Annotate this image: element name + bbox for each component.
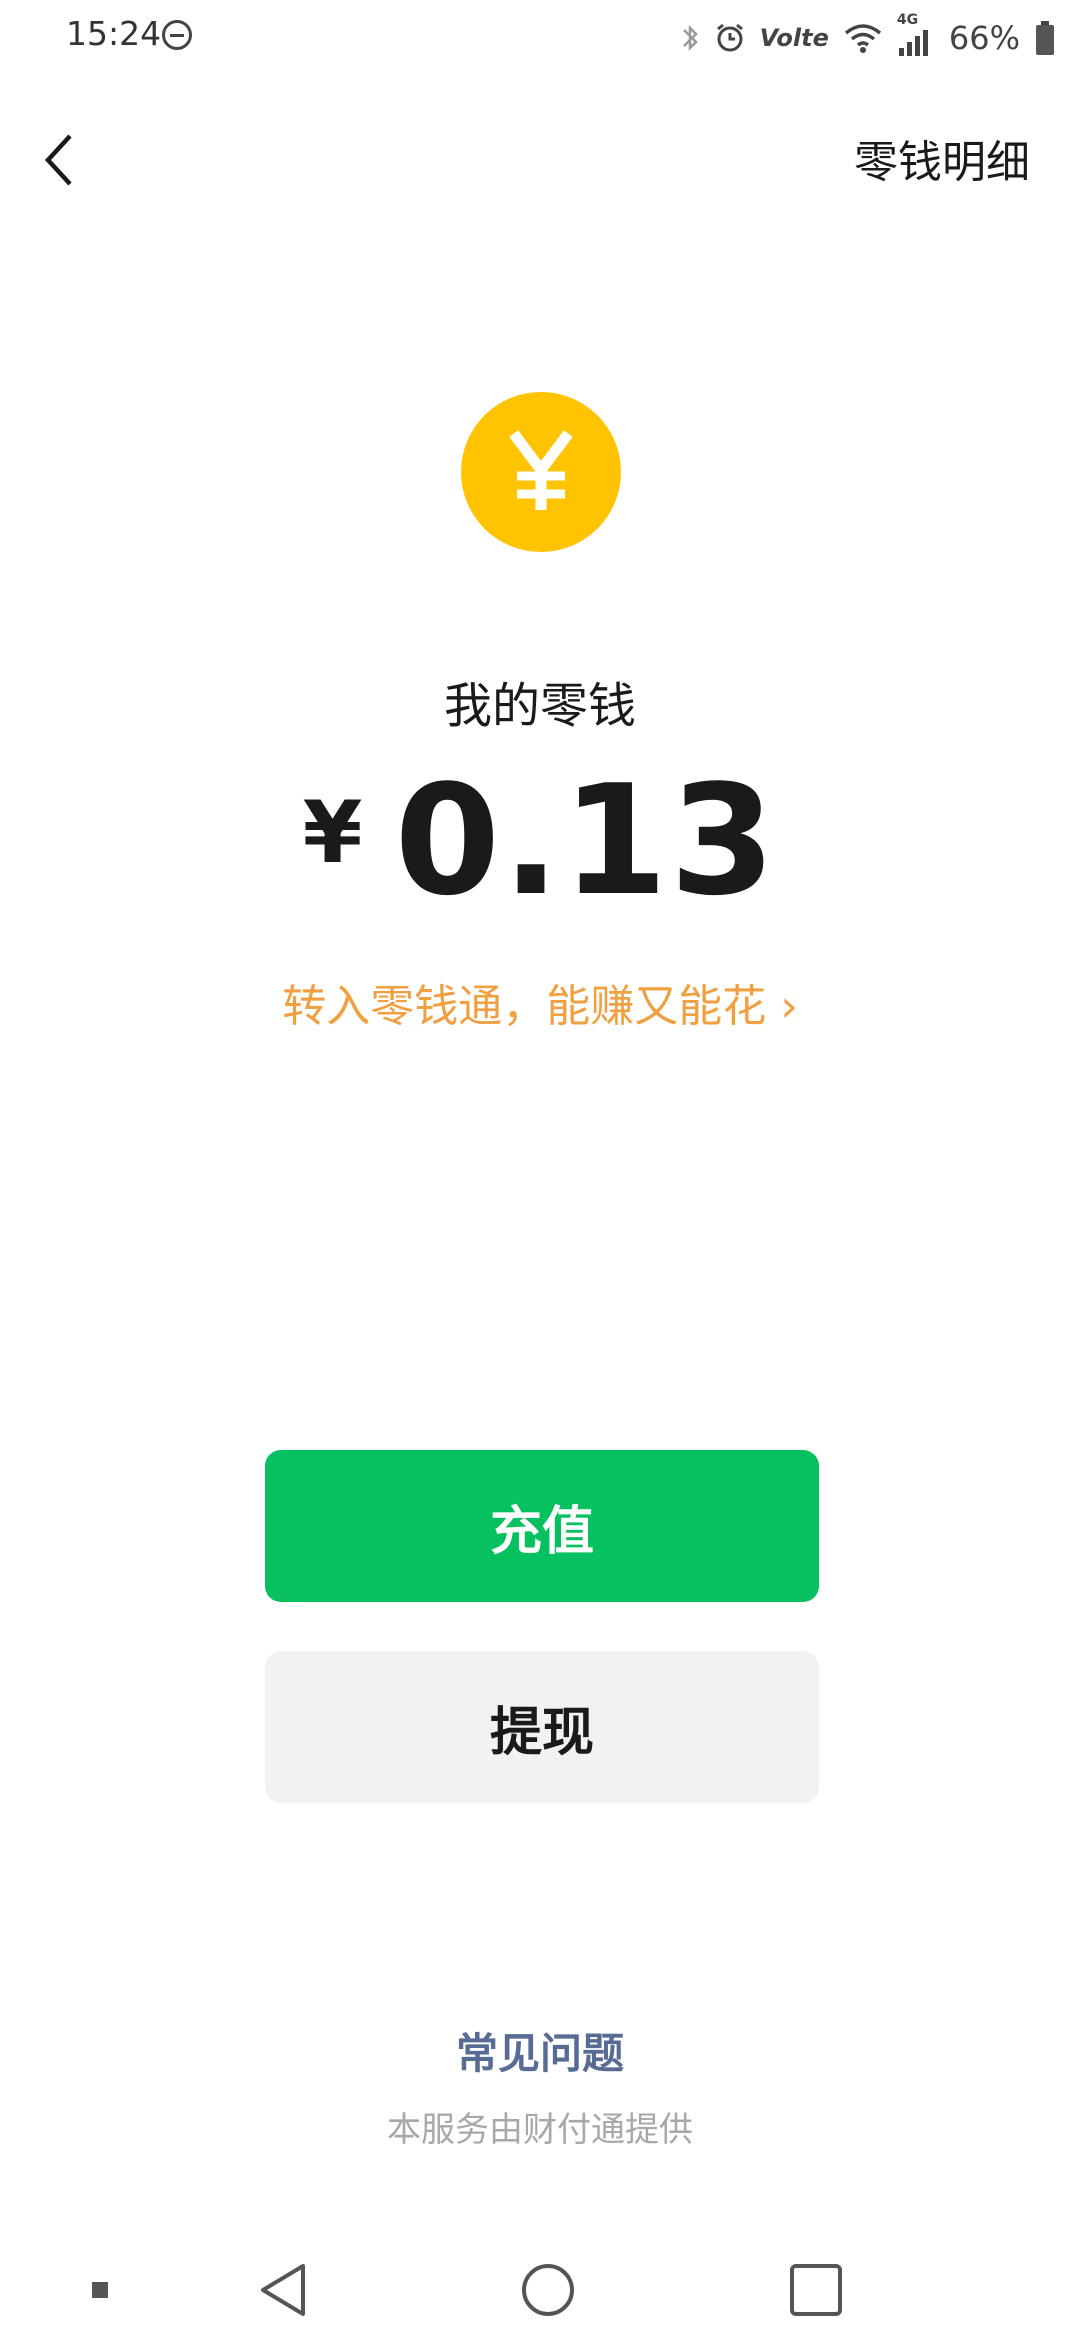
do-not-disturb-icon — [162, 20, 192, 50]
system-navigation-bar — [0, 2220, 1080, 2340]
balance-value: 0.13 — [394, 752, 778, 929]
battery-level: 66% — [948, 19, 1020, 57]
currency-symbol: ¥ — [302, 783, 363, 883]
back-icon — [44, 134, 72, 186]
nav-recents-icon[interactable] — [786, 2260, 846, 2320]
alarm-icon — [716, 23, 743, 52]
wifi-icon — [844, 24, 881, 53]
status-time: 15:24 — [66, 14, 162, 53]
network-type: 4G — [897, 12, 935, 58]
balance-label: 我的零钱 — [443, 678, 636, 734]
withdraw-button[interactable]: 提现 — [265, 1651, 819, 1803]
faq-link[interactable]: 常见问题 — [0, 2020, 1080, 2081]
balance-amount: ¥ 0.13 — [0, 765, 1080, 917]
bluetooth-icon — [682, 24, 698, 52]
signal-icon — [898, 30, 928, 56]
status-icons: Volte 4G 66% — [680, 12, 1056, 62]
yuan-coin-badge — [461, 392, 621, 552]
nav-menu-icon[interactable] — [90, 2280, 110, 2300]
transfer-to-lingqiantong-link[interactable]: 转入零钱通，能赚又能花 › — [0, 970, 1080, 1034]
volte-indicator: Volte — [759, 24, 829, 52]
recharge-button[interactable]: 充值 — [265, 1450, 819, 1602]
battery-icon — [1036, 21, 1054, 55]
nav-home-icon[interactable] — [518, 2260, 578, 2320]
service-provider-note: 本服务由财付通提供 — [387, 2110, 693, 2150]
status-bar: 15:24 Volte 4G 66% — [0, 0, 1080, 76]
change-details-link[interactable]: 零钱明细 — [854, 126, 1030, 190]
yuan-icon — [509, 430, 573, 510]
nav-back-icon[interactable] — [255, 2260, 311, 2320]
back-button[interactable] — [36, 128, 84, 192]
